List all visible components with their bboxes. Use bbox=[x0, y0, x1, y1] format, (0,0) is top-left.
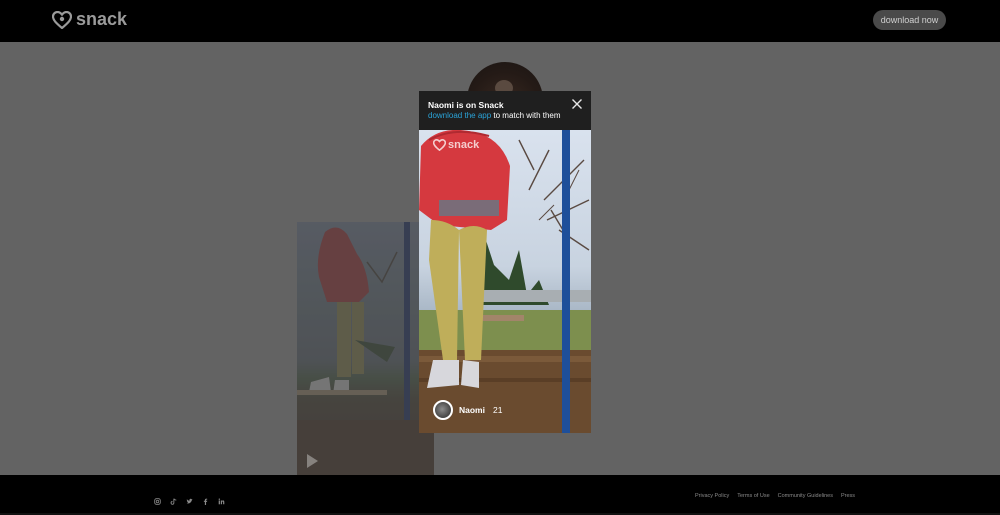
close-icon[interactable] bbox=[571, 98, 583, 110]
press-link[interactable]: Press bbox=[841, 493, 855, 499]
twitter-icon[interactable] bbox=[186, 492, 193, 504]
profile-modal: Naomi is on Snack download the app to ma… bbox=[419, 91, 591, 433]
snack-logo[interactable]: snack bbox=[52, 9, 127, 30]
heart-logo-icon bbox=[52, 10, 72, 29]
download-now-button[interactable]: download now bbox=[873, 10, 946, 30]
user-avatar bbox=[433, 400, 453, 420]
social-links bbox=[154, 492, 225, 505]
tiktok-icon[interactable] bbox=[170, 492, 177, 505]
linkedin-icon[interactable] bbox=[218, 492, 225, 505]
instagram-icon[interactable] bbox=[154, 492, 161, 505]
community-guidelines-link[interactable]: Community Guidelines bbox=[778, 493, 833, 499]
profile-video[interactable]: snack Naomi 21 bbox=[419, 130, 591, 433]
user-chip[interactable]: Naomi 21 bbox=[433, 400, 502, 420]
top-nav-bar: snack download now bbox=[0, 0, 1000, 42]
privacy-policy-link[interactable]: Privacy Policy bbox=[695, 493, 729, 499]
modal-subtitle: download the app to match with them bbox=[428, 110, 582, 121]
download-app-link[interactable]: download the app bbox=[428, 111, 491, 120]
terms-of-use-link[interactable]: Terms of Use bbox=[737, 493, 769, 499]
heart-watermark-icon bbox=[433, 139, 446, 151]
snack-watermark: snack bbox=[433, 139, 479, 151]
footer: Privacy Policy Terms of Use Community Gu… bbox=[0, 475, 1000, 515]
background-card-dim bbox=[297, 222, 434, 475]
modal-subtitle-text: to match with them bbox=[491, 111, 561, 120]
facebook-icon[interactable] bbox=[202, 492, 209, 505]
footer-links: Privacy Policy Terms of Use Community Gu… bbox=[695, 493, 855, 499]
play-icon[interactable] bbox=[307, 454, 318, 468]
modal-title: Naomi is on Snack bbox=[428, 100, 504, 110]
user-age: 21 bbox=[492, 405, 503, 415]
profile-video-image bbox=[419, 130, 591, 433]
logo-text: snack bbox=[76, 9, 128, 29]
modal-header: Naomi is on Snack download the app to ma… bbox=[419, 91, 591, 130]
watermark-text: snack bbox=[448, 139, 480, 151]
background-video-card[interactable] bbox=[297, 222, 434, 475]
user-name: Naomi bbox=[459, 405, 485, 415]
